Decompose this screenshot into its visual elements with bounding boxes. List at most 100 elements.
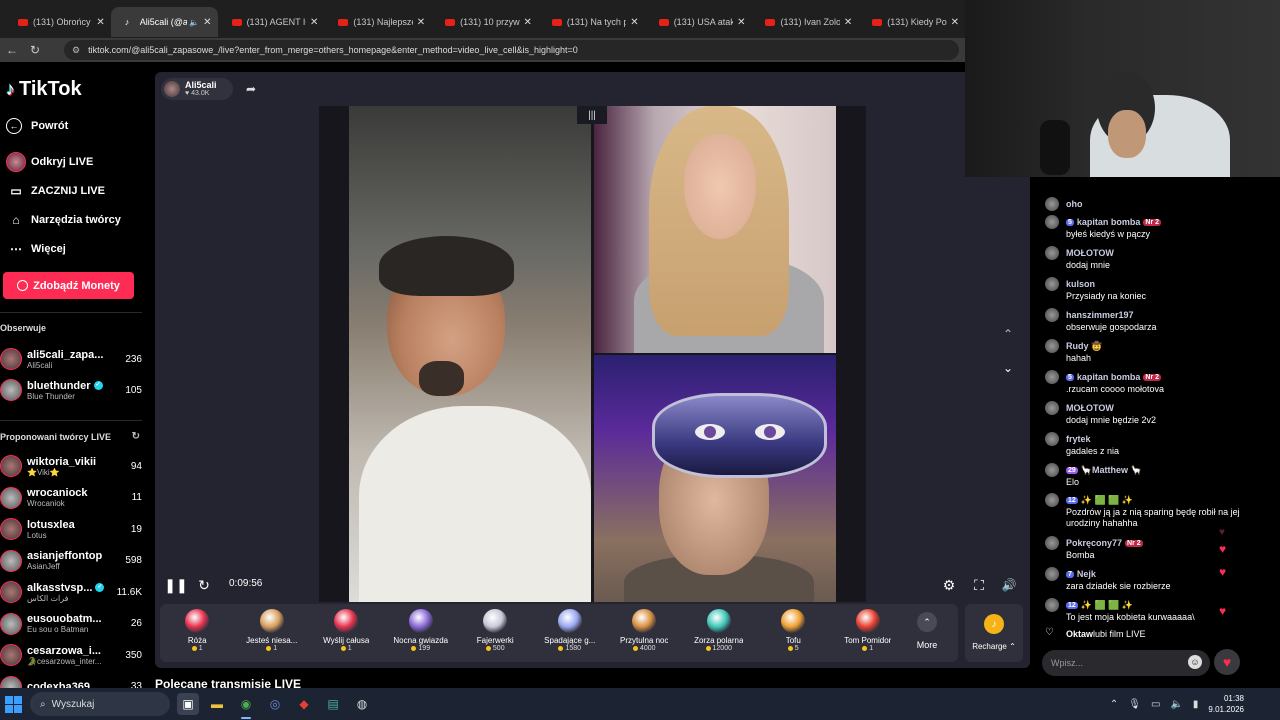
creator-list-item[interactable]: wiktoria_vikii ⭐Viki⭐ 94 [0, 451, 142, 481]
browser-tab[interactable]: (131) USA atakuj✕ [645, 7, 752, 37]
tiktok-icon: ♪ [124, 17, 130, 27]
browser-tab[interactable]: (131) Obrońcy Wi ✕ [4, 7, 111, 37]
nav-more[interactable]: ⋯ Więcej [6, 239, 66, 259]
chrome-icon[interactable]: ◉ [235, 693, 257, 719]
live-video[interactable]: ||| [319, 106, 866, 602]
chat-message: hanszimmer197 obserwuje gospodarza [1045, 308, 1241, 333]
task-view-icon[interactable]: ▣ [177, 693, 199, 715]
address-bar[interactable]: ⚙ tiktok.com/@ali5cali_zapasowe_/live?en… [64, 40, 959, 60]
browser-tab[interactable]: ♪ Ali5cali (@ali5🔈 ✕ [110, 7, 218, 37]
like-heart-button[interactable]: ♥ [1214, 649, 1240, 675]
live-timer: 0:09:56 [229, 578, 263, 589]
chevron-down-icon[interactable]: ⌄ [998, 358, 1018, 378]
gift-item[interactable]: Tom Pomidor 1 [831, 604, 906, 662]
settings-gear-icon[interactable]: ⚙ [940, 576, 958, 594]
creator-list-item[interactable]: cesarzowa_i... 🐊cesarzowa_inter... 350 [0, 640, 142, 670]
username: 🦙Matthew 🦙 [1080, 464, 1142, 475]
chat-input[interactable]: Wpisz... ☺ [1042, 650, 1210, 676]
gift-icon [557, 609, 582, 633]
chevron-up-icon[interactable]: ⌃ [1110, 699, 1118, 710]
close-icon[interactable]: ✕ [630, 17, 638, 28]
creator-list-item[interactable]: wrocaniock Wrocaniok 11 [0, 483, 142, 513]
creator-text: wrocaniock Wrocaniok [27, 487, 110, 508]
close-icon[interactable]: ✕ [310, 17, 318, 28]
url-text: tiktok.com/@ali5cali_zapasowe_/live?ente… [88, 45, 578, 55]
gift-item[interactable]: Nocna gwiazda 199 [384, 604, 459, 662]
refresh-icon[interactable]: ↻ [195, 576, 213, 594]
reload-icon[interactable]: ↻ [24, 43, 46, 57]
browser-tab[interactable]: (131) Na tych prz✕ [538, 7, 645, 37]
chat-message: frytek gadales z nia [1045, 432, 1241, 457]
refresh-icon[interactable]: ↻ [132, 431, 140, 442]
gift-item[interactable]: Fajerwerki 500 [458, 604, 533, 662]
chat-user: 7 Nejk [1045, 567, 1241, 581]
gift-icon [706, 609, 731, 633]
chat-text: .rzucam coooo mołotova [1066, 384, 1165, 394]
discord-icon[interactable]: ◎ [264, 693, 286, 715]
system-clock[interactable]: 01:38 9.01.2026 [1208, 693, 1244, 715]
browser-tab[interactable]: (131) Najlepsze T ✕ [324, 7, 431, 37]
gift-item[interactable]: Tofu 5 [756, 604, 831, 662]
host-name: Ali5cali [185, 79, 217, 90]
taskbar-search[interactable]: ⌕ Wyszukaj [30, 692, 170, 716]
creator-list-item[interactable]: asianjeffontop AsianJeff 598 [0, 546, 142, 576]
share-arrow-icon[interactable]: ➦ [239, 79, 263, 99]
chat-user: 5 kapitan bomba Nr 2 [1045, 370, 1241, 384]
browser-tab[interactable]: (131) Ivan Zolo 8 ✕ [751, 7, 858, 37]
creator-list-item[interactable]: lotusxlea Lotus 19 [0, 514, 142, 544]
gift-item[interactable]: Spadające g... 1580 [533, 604, 608, 662]
speaker-icon[interactable]: 🔈 [189, 18, 199, 27]
nav-creator-tools[interactable]: ⌂ Narzędzia twórcy [6, 210, 121, 230]
gift-price: 1 [266, 645, 277, 652]
recharge-button[interactable]: ♪ Recharge ⌃ [965, 604, 1023, 662]
browser-tab[interactable]: (131) 10 przywód ✕ [431, 7, 538, 37]
layout-grid-icon[interactable]: ||| [577, 106, 607, 124]
creator-list-item[interactable]: eusouobatm... Eu sou o Batman 26 [0, 609, 142, 639]
speaker-icon[interactable]: 🔈 [1170, 699, 1182, 710]
creator-list-item[interactable]: bluethunder ✓ Blue Thunder 105 [0, 375, 142, 405]
site-info-icon[interactable]: ⚙ [72, 45, 80, 56]
youtube-icon [338, 18, 349, 26]
emoji-icon[interactable]: ☺ [1188, 655, 1202, 669]
nav-back[interactable]: ← Powrót [6, 118, 68, 134]
browser-tab[interactable]: (131) Kiedy Poli ✕ [858, 7, 965, 37]
close-icon[interactable]: ✕ [844, 17, 852, 28]
creator-list-item[interactable]: codexba369 33 [0, 672, 142, 688]
close-icon[interactable]: ✕ [737, 17, 745, 28]
close-icon[interactable]: ✕ [524, 17, 532, 28]
file-explorer-icon[interactable]: ▬ [206, 693, 228, 715]
level-badge: 5 [1066, 218, 1074, 226]
nav-start-live[interactable]: ▭ ZACZNIJ LIVE [6, 181, 105, 201]
creator-list-item[interactable]: alkasstvsp... ✓ فرات الكاس 11.6K [0, 577, 142, 607]
close-icon[interactable]: ✕ [96, 17, 104, 28]
creator-list-item[interactable]: ali5cali_zapa... Ali5cali 236 [0, 344, 142, 374]
gift-item[interactable]: Wyślij całusa 1 [309, 604, 384, 662]
windows-start-icon[interactable] [2, 693, 24, 715]
avatar [1045, 567, 1059, 581]
battery-icon[interactable]: ▮ [1193, 699, 1199, 710]
pause-icon[interactable]: ❚❚ [164, 576, 187, 594]
fullscreen-icon[interactable]: ⛶ [970, 576, 988, 594]
more-gifts-button[interactable]: ⌃ More [905, 604, 949, 662]
gift-item[interactable]: Przytulna noc 4000 [607, 604, 682, 662]
microphone-icon[interactable]: 🎙 [1128, 699, 1141, 710]
app-icon[interactable]: ◆ [293, 693, 315, 715]
back-arrow-icon[interactable]: ← [0, 43, 24, 57]
obs-icon[interactable]: ◍ [351, 693, 373, 715]
close-icon[interactable]: ✕ [417, 17, 425, 28]
close-icon[interactable]: ✕ [951, 17, 959, 28]
creator-handle: ali5cali_zapa... [27, 348, 104, 361]
monitor-icon[interactable]: ▭ [1151, 699, 1160, 710]
nav-discover-live[interactable]: Odkryj LIVE [6, 152, 93, 172]
get-coins-button[interactable]: Zdobądź Monety [3, 272, 134, 299]
app-icon[interactable]: ▤ [322, 693, 344, 715]
gift-item[interactable]: Jesteś niesa... 1 [235, 604, 310, 662]
chevron-up-icon[interactable]: ⌃ [998, 324, 1018, 344]
tiktok-logo[interactable]: ♪ TikTok [6, 78, 82, 101]
host-chip[interactable]: Ali5cali ♥ 43.0K [161, 78, 233, 100]
volume-icon[interactable]: 🔊 [1000, 576, 1018, 594]
gift-item[interactable]: Róża 1 [160, 604, 235, 662]
close-icon[interactable]: ✕ [203, 17, 211, 28]
gift-item[interactable]: Zorza polarna 12000 [682, 604, 757, 662]
browser-tab[interactable]: (131) AGENT ICE ✕ [218, 7, 325, 37]
